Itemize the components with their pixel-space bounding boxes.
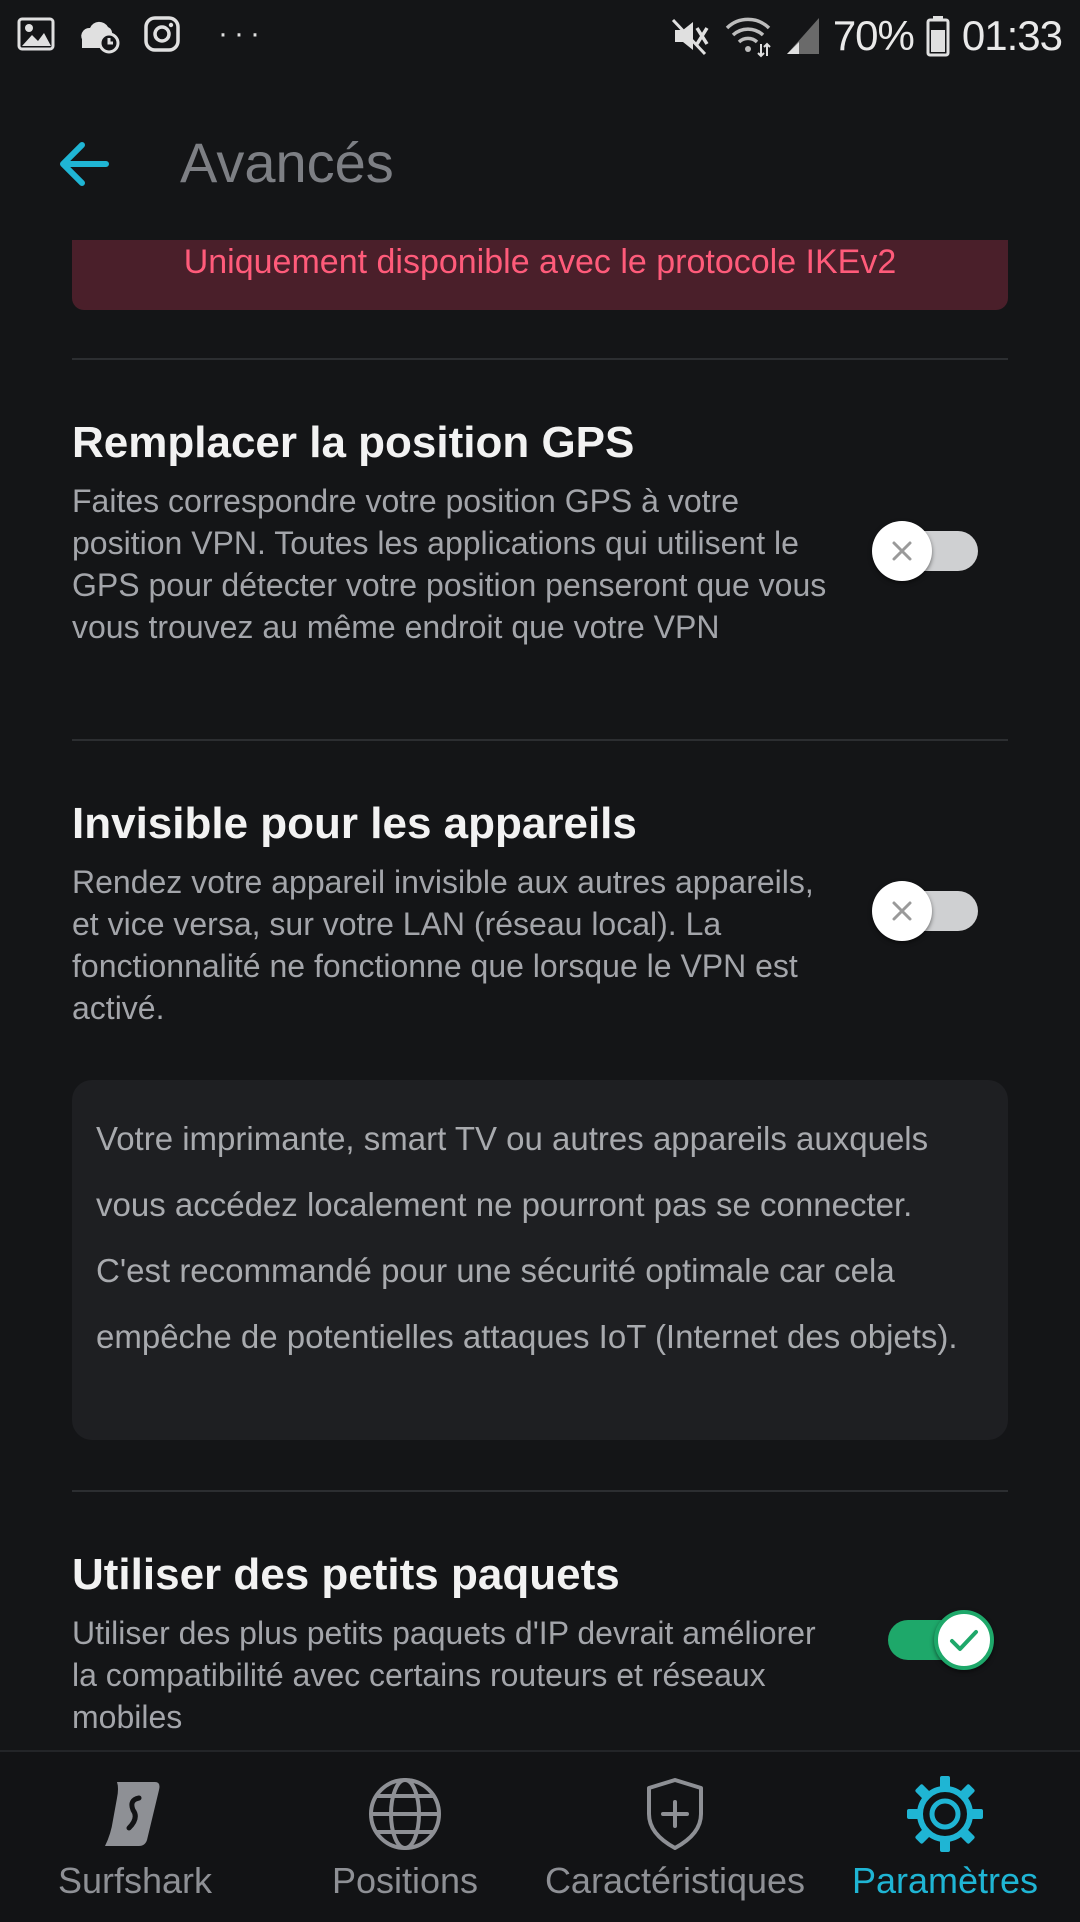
status-bar: ··· 70% 01:33 — [0, 0, 1080, 76]
nav-positions[interactable]: Positions — [270, 1752, 540, 1922]
gear-icon — [907, 1776, 983, 1852]
divider — [72, 358, 1008, 360]
gps-override-toggle[interactable] — [872, 521, 984, 581]
nav-label: Positions — [331, 1860, 479, 1901]
page-title: Avancés — [180, 131, 394, 194]
nav-surfshark[interactable]: Surfshark — [0, 1752, 270, 1922]
app-bar: Avancés — [0, 100, 1080, 220]
close-icon — [892, 901, 912, 921]
bottom-navigation: Surfshark Positions Caractéristiques Par… — [0, 1750, 1080, 1922]
battery-percent: 70% — [832, 12, 915, 59]
nav-parametres[interactable]: Paramètres — [810, 1752, 1080, 1922]
invisible-devices-toggle[interactable] — [872, 881, 984, 941]
close-icon — [892, 541, 912, 561]
ikev2-warning-banner: Uniquement disponible avec le protocole … — [72, 240, 1008, 310]
small-packets-toggle[interactable] — [880, 1610, 994, 1670]
setting-description: Utiliser des plus petits paquets d'IP de… — [72, 1615, 816, 1735]
toggle-knob — [872, 521, 932, 581]
setting-title: Utiliser des petits paquets — [72, 1550, 620, 1599]
surfshark-logo-icon — [105, 1782, 160, 1846]
back-button[interactable] — [52, 132, 116, 196]
arrow-left-icon — [60, 142, 109, 186]
nav-label: Caractéristiques — [544, 1860, 806, 1901]
nav-caracteristiques[interactable]: Caractéristiques — [540, 1752, 810, 1922]
invisible-devices-info: Votre imprimante, smart TV ou autres app… — [72, 1080, 1008, 1440]
more-notifications: ··· — [218, 17, 266, 50]
mute-icon — [671, 18, 709, 56]
cloud-clock-icon — [81, 21, 120, 54]
setting-description: Rendez votre appareil invisible aux autr… — [72, 864, 814, 1026]
check-icon — [950, 1630, 978, 1651]
globe-icon — [369, 1778, 441, 1850]
battery-icon — [926, 16, 950, 57]
nav-label: Surfshark — [57, 1860, 213, 1901]
divider — [72, 739, 1008, 741]
gallery-icon — [17, 17, 55, 51]
divider — [72, 1490, 1008, 1492]
clock: 01:33 — [961, 12, 1063, 59]
setting-title: Invisible pour les appareils — [72, 799, 637, 848]
instagram-icon — [144, 16, 180, 52]
nav-label: Paramètres — [851, 1860, 1039, 1901]
shield-plus-icon — [647, 1778, 703, 1850]
toggle-knob — [872, 881, 932, 941]
toggle-knob — [934, 1610, 994, 1670]
setting-title: Remplacer la position GPS — [72, 418, 635, 467]
wifi-icon — [725, 17, 771, 58]
setting-description: Faites correspondre votre position GPS à… — [72, 483, 827, 645]
signal-icon — [786, 18, 819, 54]
